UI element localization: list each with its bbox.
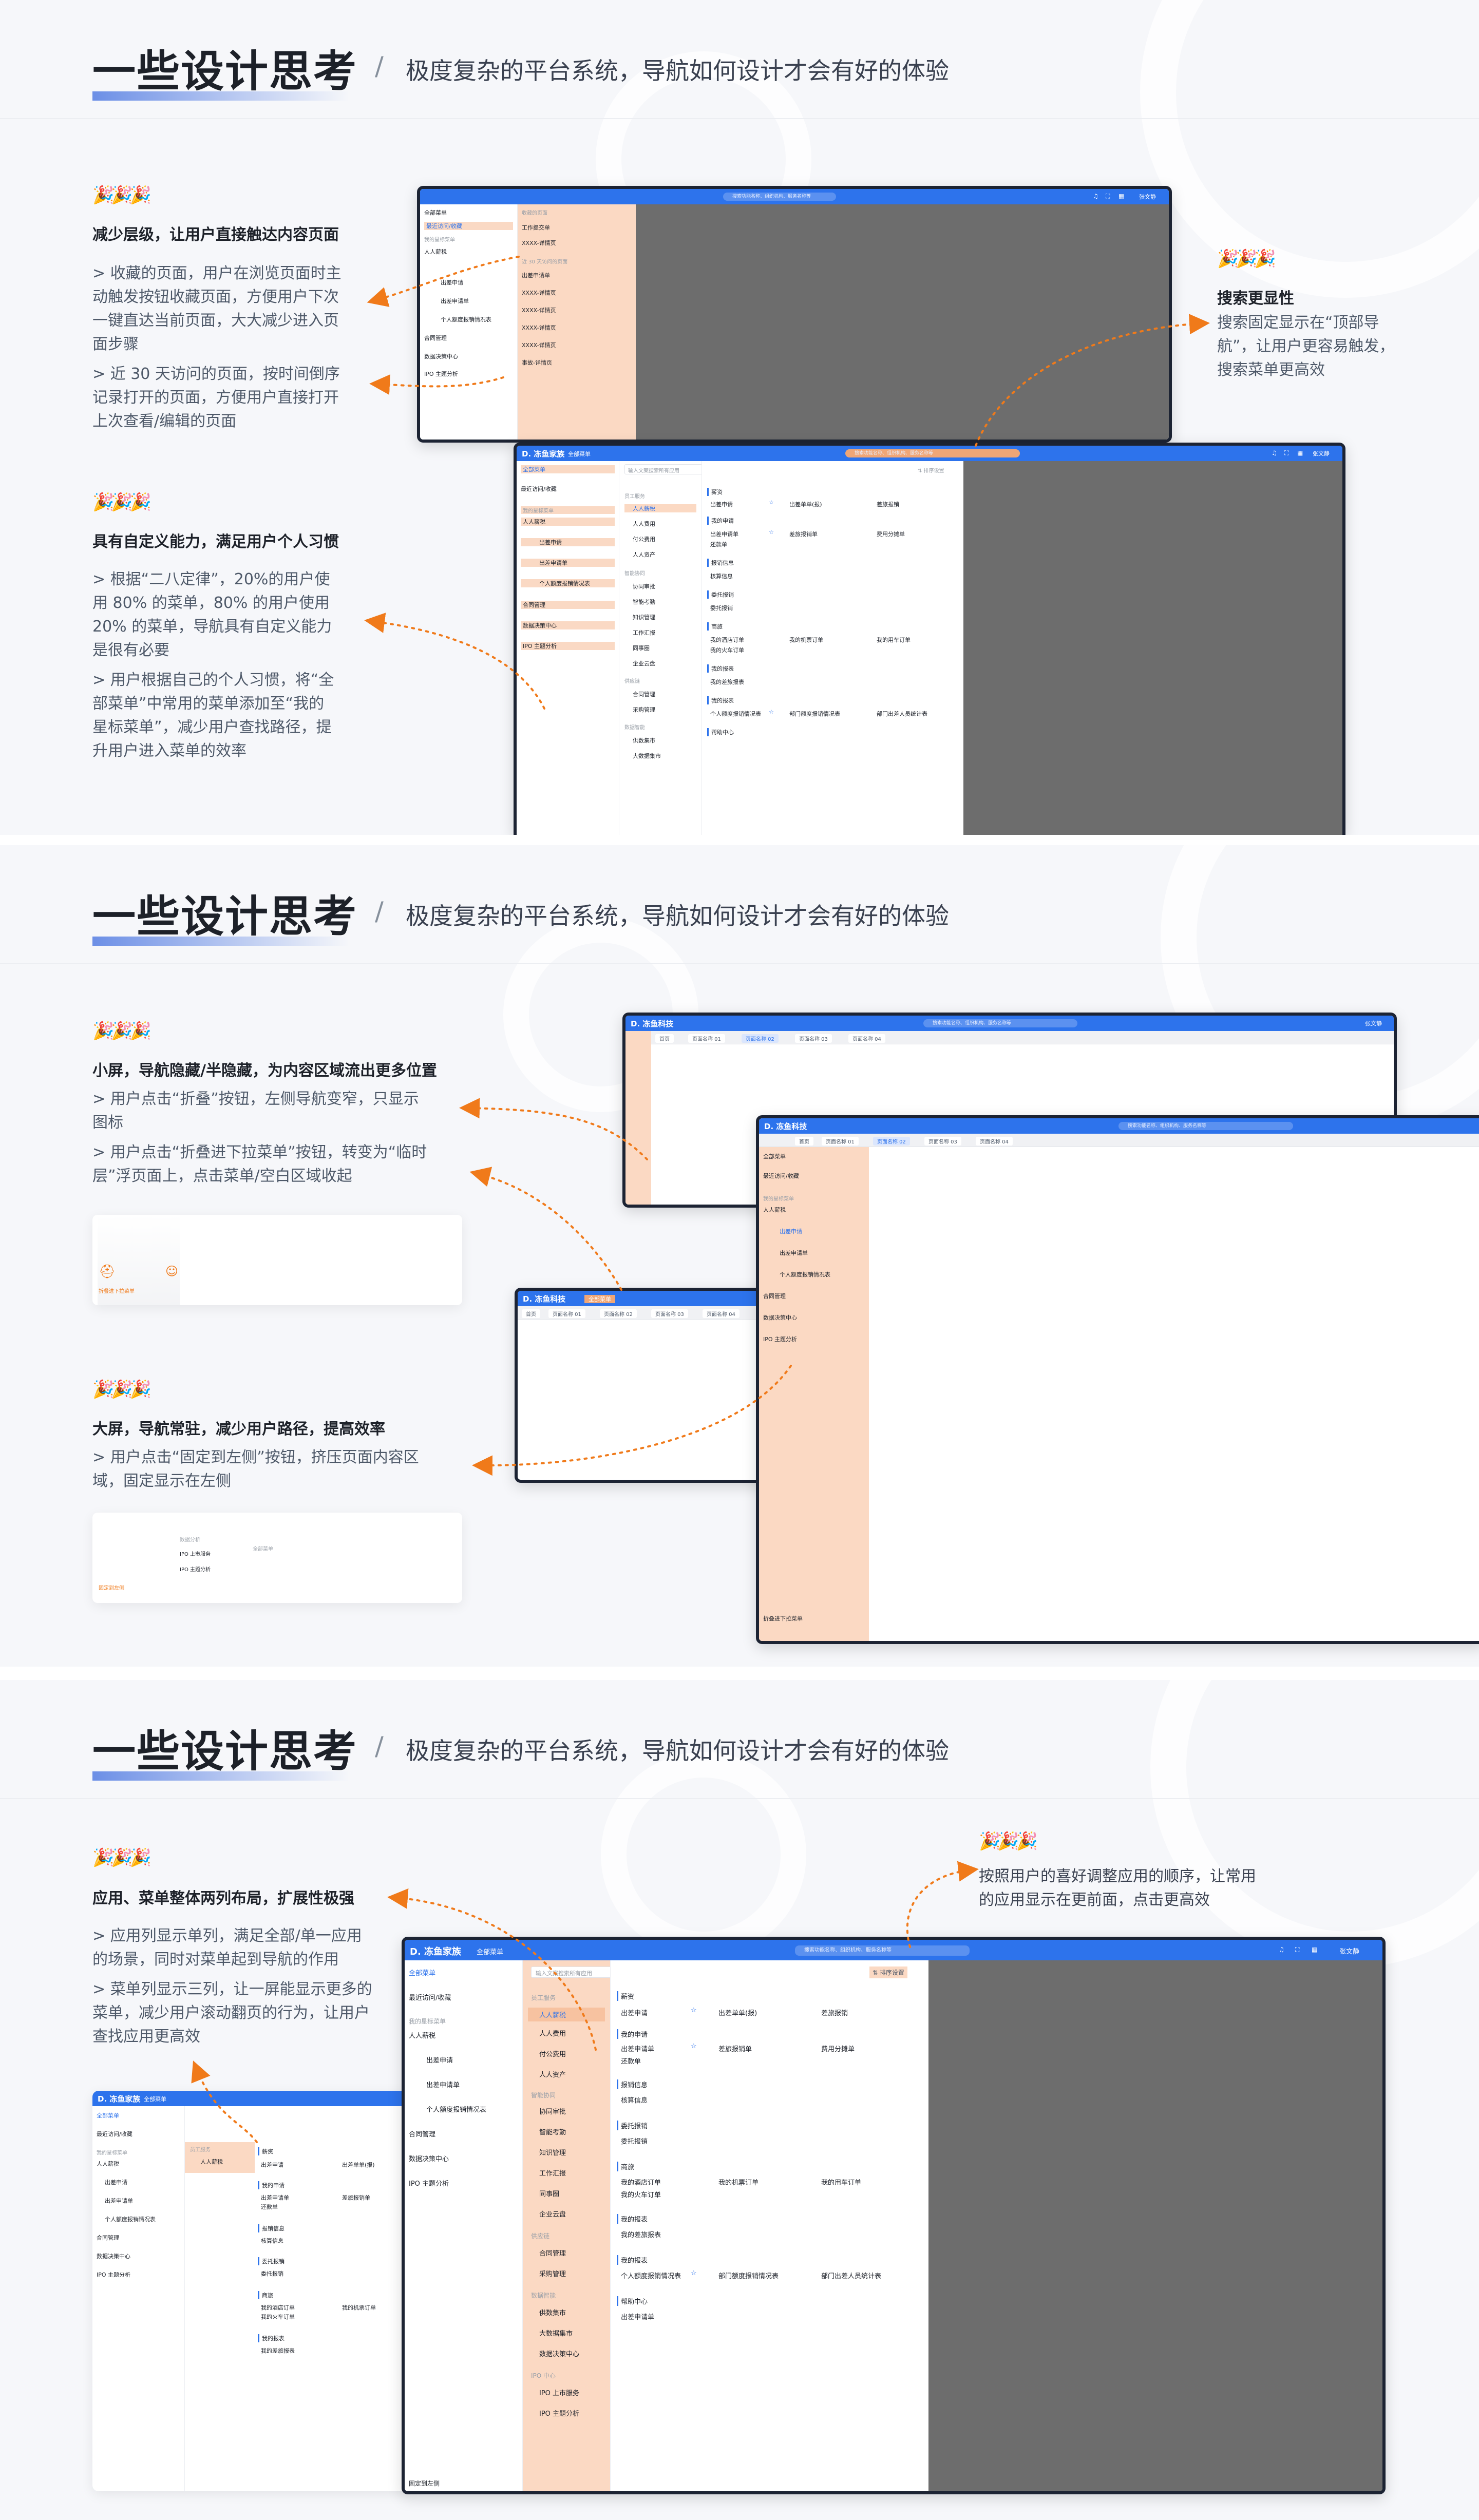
annotation-arrows: [364, 256, 1210, 710]
section-3: 一些设计思考 / 极度复杂的平台系统，导航如何设计才会有好的体验 🎉🎉🎉 应用、…: [0, 1680, 1479, 2520]
section-1: 一些设计思考 / 极度复杂的平台系统，导航如何设计才会有好的体验 🎉🎉🎉 减少层…: [0, 0, 1479, 835]
annotation-arrows: [459, 1098, 792, 1476]
annotation-arrows: [191, 1861, 979, 2143]
section-2: 一些设计思考 / 极度复杂的平台系统，导航如何设计才会有好的体验 🎉🎉🎉 小屏，…: [0, 845, 1479, 1667]
